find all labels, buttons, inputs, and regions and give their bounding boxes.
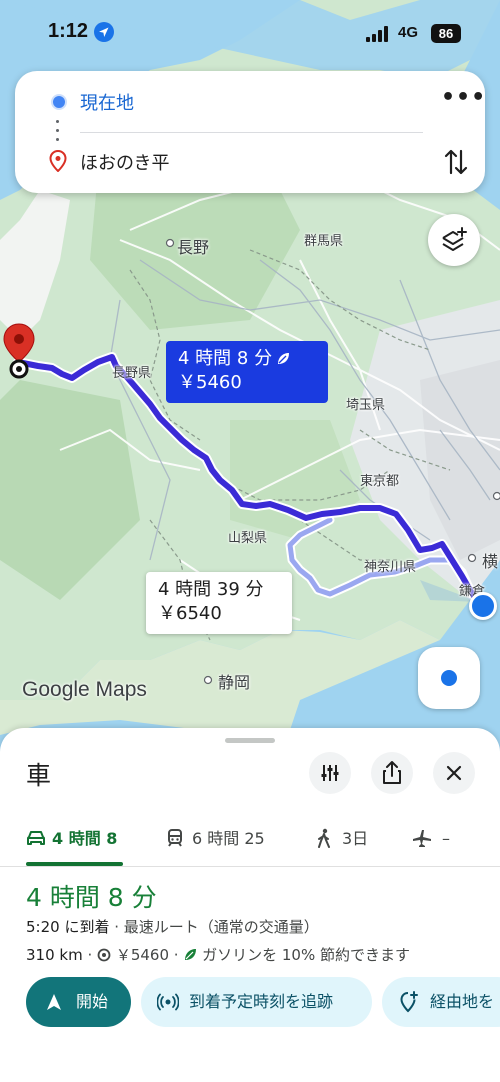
status-bar: 1:12 4G 86 [0,0,500,64]
tab-drive-label: 4 時間 8 [52,829,118,848]
route-main-time: 4 時間 8 分 [178,348,273,369]
fuel-saving-note: ガソリンを 10% 節約できます [202,946,410,964]
travel-mode-title: 車 [26,761,52,790]
map-label-yamanashi: 山梨県 [228,531,268,546]
drag-handle[interactable] [225,738,275,743]
add-stop-button[interactable]: 経由地を [382,977,500,1027]
add-stop-label: 経由地を [430,992,495,1011]
travel-mode-tabs: 4 時間 8 6 時間 25 3日 – [0,820,500,867]
layers-button[interactable] [428,214,480,266]
close-icon [446,765,462,781]
tab-flight[interactable]: – [412,824,450,854]
map-label-tokyo: 東京都 [360,474,400,489]
flight-icon [413,830,431,847]
map-label-gunma: 群馬県 [304,234,344,249]
origin-dot-icon [51,94,67,110]
map-label-saitama: 埼玉県 [346,398,386,413]
map-label-shizuoka: 静岡 [218,673,251,692]
current-location-dot [469,592,497,620]
more-options-icon[interactable]: ••• [441,87,485,113]
toll-cost: ￥5460 [115,946,169,964]
car-icon [27,831,45,845]
map-label-kanagawa: 神奈川県 [364,560,417,575]
route-label-alt[interactable]: 4 時間 39 分 ￥6540 [146,572,292,634]
my-location-button[interactable] [418,647,480,709]
navigation-arrow-icon [47,994,61,1010]
google-maps-attribution: Google Maps [22,678,147,701]
route-note: · 最速ルート（通常の交通量） [114,918,319,936]
route-alt-time: 4 時間 39 分 [158,579,264,600]
tab-transit[interactable]: 6 時間 25 [166,824,265,854]
status-time: 1:12 [48,20,89,42]
my-location-icon [441,670,457,686]
details-line: 310 km · ￥5460 · ガソリンを 10% 節約できます [26,946,410,964]
share-icon [383,761,401,784]
leaf-icon [278,353,290,364]
toll-icon [97,948,111,962]
route-main-cost: ￥5460 [178,372,242,393]
eco-leaf-icon [185,949,197,960]
close-button[interactable] [433,752,475,794]
divider [80,132,423,133]
active-tab-indicator [26,862,123,866]
map-label-yokohama: 横 [482,552,499,571]
tune-icon [321,765,339,781]
start-button[interactable]: 開始 [26,977,131,1027]
network-type: 4G [398,24,419,41]
destination-field[interactable]: ほおのき平 [80,149,169,175]
tab-drive[interactable]: 4 時間 8 [26,824,117,854]
directions-sheet: 車 4 時間 8 6 時間 25 3日 – 4 時間 8 分 5:20 に到着 … [0,728,500,1082]
arrival-line: 5:20 に到着 · 最速ルート（通常の交通量） [26,916,319,937]
battery-indicator: 86 [431,24,461,43]
arrival-time: 5:20 に到着 [26,918,110,936]
tab-flight-label: – [442,829,450,848]
destination-marker-icon [49,150,67,172]
distance: 310 km [26,946,83,964]
origin-field[interactable]: 現在地 [80,89,134,115]
signal-icon [366,26,388,42]
start-button-label: 開始 [76,992,109,1011]
layers-icon [442,227,467,251]
route-dots-icon [56,120,60,146]
add-location-icon [400,991,418,1013]
track-eta-button[interactable]: 到着予定時刻を追跡 [141,977,372,1027]
swap-icon[interactable] [443,147,469,177]
share-button[interactable] [371,752,413,794]
map-label-nagano: 長野 [177,238,210,257]
walk-icon [318,828,330,848]
route-alt-cost: ￥6540 [158,603,222,624]
track-eta-label: 到着予定時刻を追跡 [189,992,334,1011]
destination-pin-icon[interactable] [2,322,36,382]
tab-transit-label: 6 時間 25 [192,829,265,848]
route-label-main[interactable]: 4 時間 8 分 ￥5460 [166,341,328,403]
route-options-button[interactable] [309,752,351,794]
tab-walk[interactable]: 3日 [316,824,368,854]
route-duration: 4 時間 8 分 [26,883,157,912]
train-icon [168,829,182,847]
directions-card: 現在地 ほおのき平 ••• [15,71,485,193]
broadcast-icon [157,993,179,1011]
location-arrow-icon [94,22,114,42]
tab-walk-label: 3日 [342,829,369,848]
map-label-nagano-pref: 長野県 [112,366,152,381]
